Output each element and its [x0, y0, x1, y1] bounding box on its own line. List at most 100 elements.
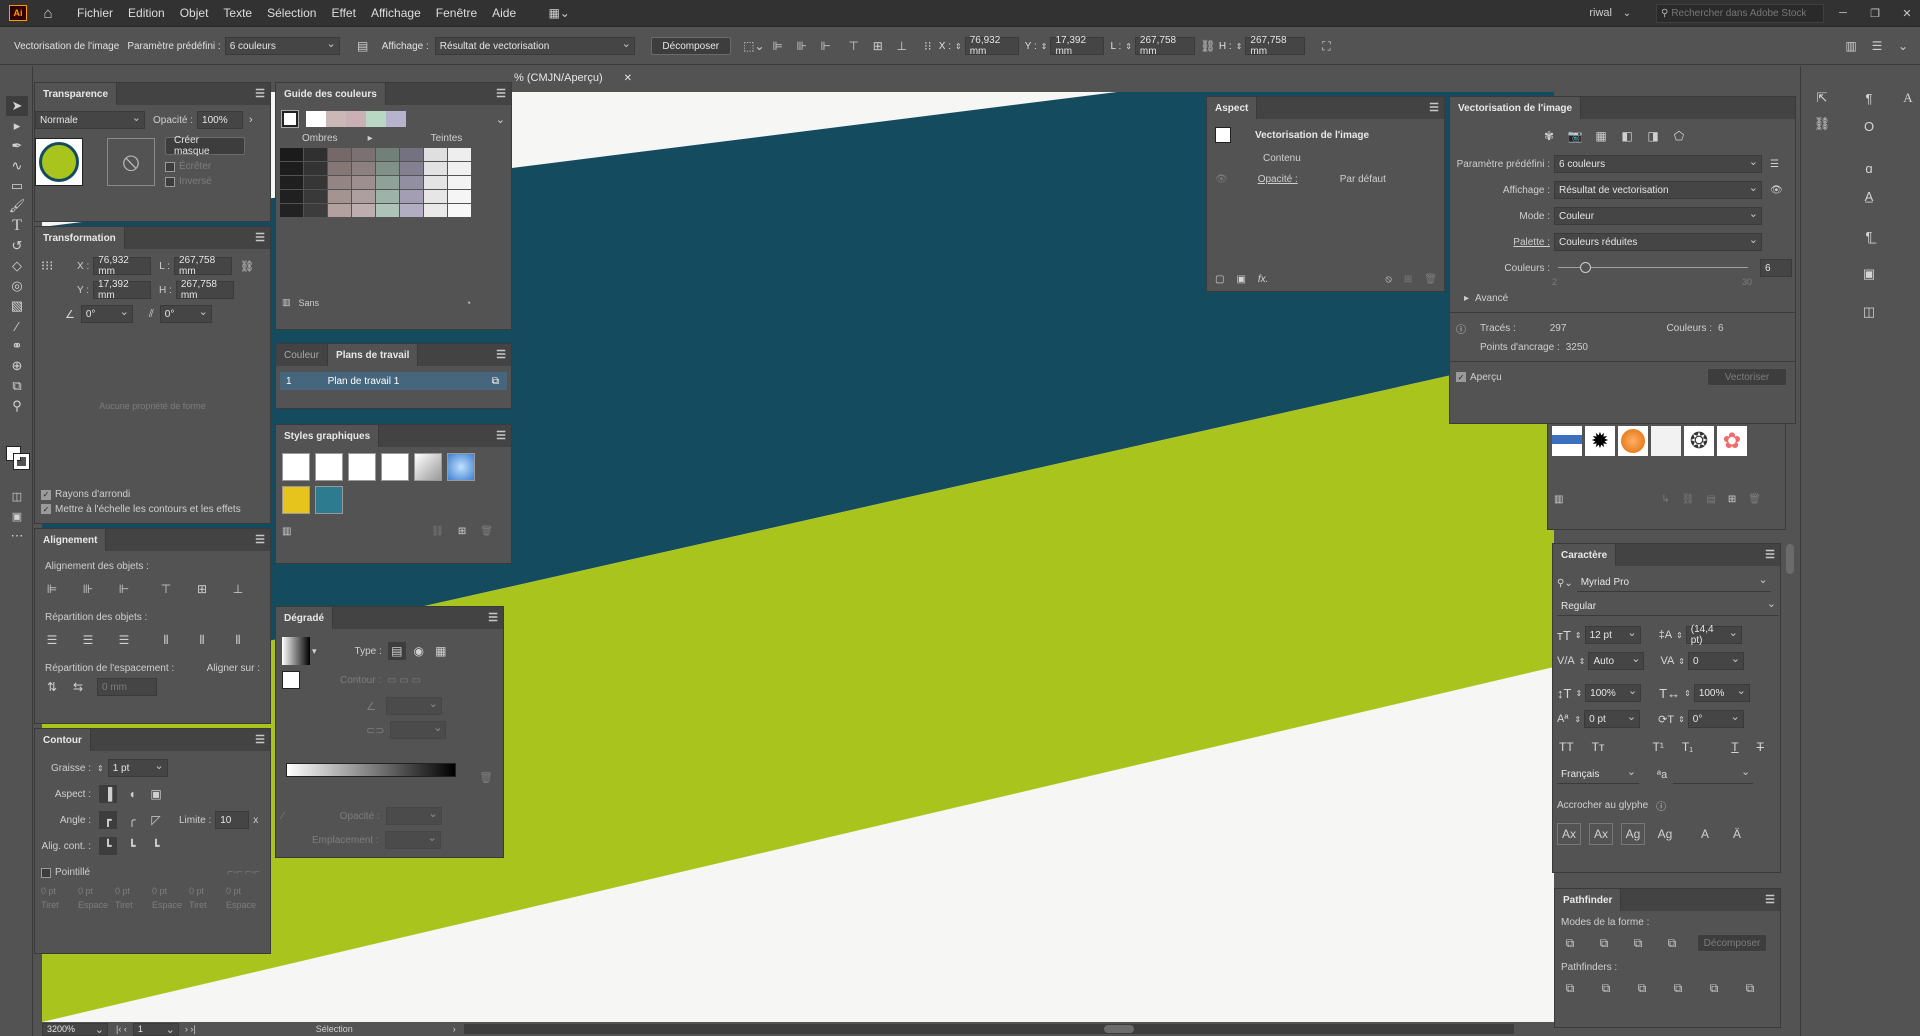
stepper-icon[interactable]: ⇕: [1684, 689, 1691, 698]
underline-icon[interactable]: T: [1731, 740, 1738, 754]
outline-path-icon[interactable]: ⧉: [1705, 979, 1723, 997]
eraser-tool-icon[interactable]: ◇: [6, 256, 28, 276]
shear-angle-select[interactable]: 0°: [159, 305, 212, 323]
mask-thumbnail[interactable]: ⦸: [107, 138, 155, 186]
panel-menu-icon[interactable]: ☰: [255, 231, 265, 244]
symbol-blue-banner[interactable]: [1552, 426, 1582, 456]
menu-texte[interactable]: Texte: [223, 6, 252, 20]
curvature-tool-icon[interactable]: ∿: [6, 156, 28, 176]
style-yellow-thumb[interactable]: [282, 486, 310, 514]
panel-menu-icon[interactable]: ☰: [488, 611, 498, 624]
gap-1-field[interactable]: 0 pt: [78, 886, 111, 896]
high-color-icon[interactable]: 📷: [1566, 127, 1584, 145]
stepper-icon[interactable]: ⇕: [1678, 657, 1685, 666]
dash-3-field[interactable]: 0 pt: [189, 886, 222, 896]
snap-xheight-icon[interactable]: Ax: [1589, 823, 1613, 845]
stroke-tab[interactable]: Contour: [35, 729, 91, 751]
color-variation-swatch[interactable]: [352, 162, 375, 175]
base-color-swatch[interactable]: [281, 110, 299, 128]
leading-select[interactable]: (14,4 pt): [1685, 624, 1742, 646]
style-red-stroke-thumb[interactable]: [381, 453, 409, 481]
distribute-left-icon[interactable]: ⫴: [157, 631, 175, 649]
draw-mode-icon[interactable]: ◫: [6, 486, 28, 506]
trace-view-select[interactable]: Résultat de vectorisation: [1554, 181, 1762, 199]
color-variation-swatch[interactable]: [400, 190, 423, 203]
stroke-swatch[interactable]: [13, 453, 30, 470]
align-vcenter-icon[interactable]: ⊞: [869, 37, 887, 55]
direct-selection-tool-icon[interactable]: ▸: [6, 116, 28, 136]
snap-baseline-icon[interactable]: Ax: [1557, 823, 1581, 845]
add-fill-icon[interactable]: ▣: [1236, 274, 1245, 285]
swatch-library-icon[interactable]: ▥: [282, 297, 291, 308]
unite-icon[interactable]: ⧉: [1561, 934, 1579, 952]
color-variation-swatch[interactable]: [376, 176, 399, 189]
align-left-icon[interactable]: ⊫: [769, 37, 787, 55]
font-family-select[interactable]: Myriad Pro: [1576, 573, 1771, 592]
rotate-tool-icon[interactable]: ↺: [6, 236, 28, 256]
tracking-select[interactable]: 0: [1688, 652, 1744, 670]
transform-each-icon[interactable]: ⛶: [1317, 37, 1335, 55]
add-stroke-icon[interactable]: ▢: [1215, 274, 1224, 285]
style-teal-thumb[interactable]: [315, 486, 343, 514]
control-expand-button[interactable]: Décomposer: [650, 37, 731, 55]
selection-tool-icon[interactable]: ➤: [6, 96, 28, 116]
document-tab[interactable]: % (CMJN/Aperçu) ✕: [508, 68, 638, 88]
transform-y-field[interactable]: 17,392 mm: [93, 279, 152, 301]
color-variation-swatch[interactable]: [424, 204, 447, 217]
color-variation-swatch[interactable]: [304, 204, 327, 217]
snap-proximity-icon[interactable]: Ag: [1653, 823, 1677, 845]
symbol-flower[interactable]: ✿: [1717, 426, 1747, 456]
distribute-top-icon[interactable]: ☰: [43, 631, 61, 649]
gradient-stroke-icons[interactable]: ▭ ▭ ▭: [387, 675, 421, 686]
language-select[interactable]: Français: [1557, 765, 1639, 784]
color-variation-swatch[interactable]: [400, 204, 423, 217]
harmony-swatch[interactable]: [346, 111, 366, 127]
trace-preset-select[interactable]: 6 couleurs: [1554, 155, 1762, 173]
align-right-icon[interactable]: ⊩: [817, 37, 835, 55]
style-white-thumb[interactable]: [348, 453, 376, 481]
menu-objet[interactable]: Objet: [180, 6, 209, 20]
stepper-icon[interactable]: ⇕: [1125, 42, 1132, 51]
reference-point-icon[interactable]: ⁝⁝⁝: [41, 258, 61, 274]
artboard-nav-next[interactable]: › ›|: [185, 1024, 196, 1034]
artboard-options-icon[interactable]: ⧉: [492, 376, 499, 387]
panel-menu-icon[interactable]: ☰: [496, 429, 506, 442]
rotate-angle-select[interactable]: 0°: [80, 305, 133, 323]
color-variation-swatch[interactable]: [328, 176, 351, 189]
color-variation-swatch[interactable]: [448, 148, 471, 161]
clip-checkbox[interactable]: [165, 161, 175, 172]
gradient-preset-dropdown[interactable]: ▾: [312, 646, 317, 657]
pen-tool-icon[interactable]: ✒: [6, 136, 28, 156]
panel-menu-icon[interactable]: ☰: [255, 87, 265, 100]
trace-panel-icon[interactable]: ▤: [354, 37, 372, 55]
color-variation-swatch[interactable]: [400, 176, 423, 189]
superscript-icon[interactable]: T¹: [1653, 740, 1664, 754]
color-variation-swatch[interactable]: [280, 176, 303, 189]
color-variation-swatch[interactable]: [328, 190, 351, 203]
clear-appearance-icon[interactable]: ⦸: [1385, 274, 1392, 285]
anti-alias-select[interactable]: [1673, 765, 1754, 784]
graphic-styles-tab[interactable]: Styles graphiques: [276, 425, 380, 447]
transform-options-icon[interactable]: ⬚⌄: [743, 37, 764, 55]
shape-builder-tool-icon[interactable]: ⊕: [6, 356, 28, 376]
align-vcenter-icon[interactable]: ⊞: [193, 580, 211, 598]
color-variation-swatch[interactable]: [424, 148, 447, 161]
preview-checkbox[interactable]: ✓: [1456, 372, 1466, 382]
align-hcenter-icon[interactable]: ⊪: [79, 580, 97, 598]
align-bottom-icon[interactable]: ⊥: [229, 580, 247, 598]
menu-aide[interactable]: Aide: [492, 6, 516, 20]
gradient-opacity-field[interactable]: [385, 807, 442, 825]
color-variation-swatch[interactable]: [304, 176, 327, 189]
pathfinder-expand-button[interactable]: Décomposer: [1697, 934, 1767, 952]
artboard-list-item[interactable]: 1 Plan de travail 1 ⧉: [280, 372, 507, 390]
horizontal-scrollbar[interactable]: [463, 1024, 1514, 1034]
collapse-control-icon[interactable]: ⌄: [1894, 37, 1912, 55]
home-icon[interactable]: ⌂: [39, 4, 57, 22]
crop-icon[interactable]: ⧉: [1669, 979, 1687, 997]
snap-info-icon[interactable]: ⓘ: [1656, 798, 1666, 813]
gradient-slider[interactable]: [286, 763, 456, 777]
align-top-icon[interactable]: ⊤: [157, 580, 175, 598]
harmony-rules-dropdown[interactable]: ⌄: [496, 113, 505, 126]
delete-style-icon[interactable]: 🗑: [480, 526, 493, 537]
round-join-icon[interactable]: ╭: [123, 811, 141, 829]
